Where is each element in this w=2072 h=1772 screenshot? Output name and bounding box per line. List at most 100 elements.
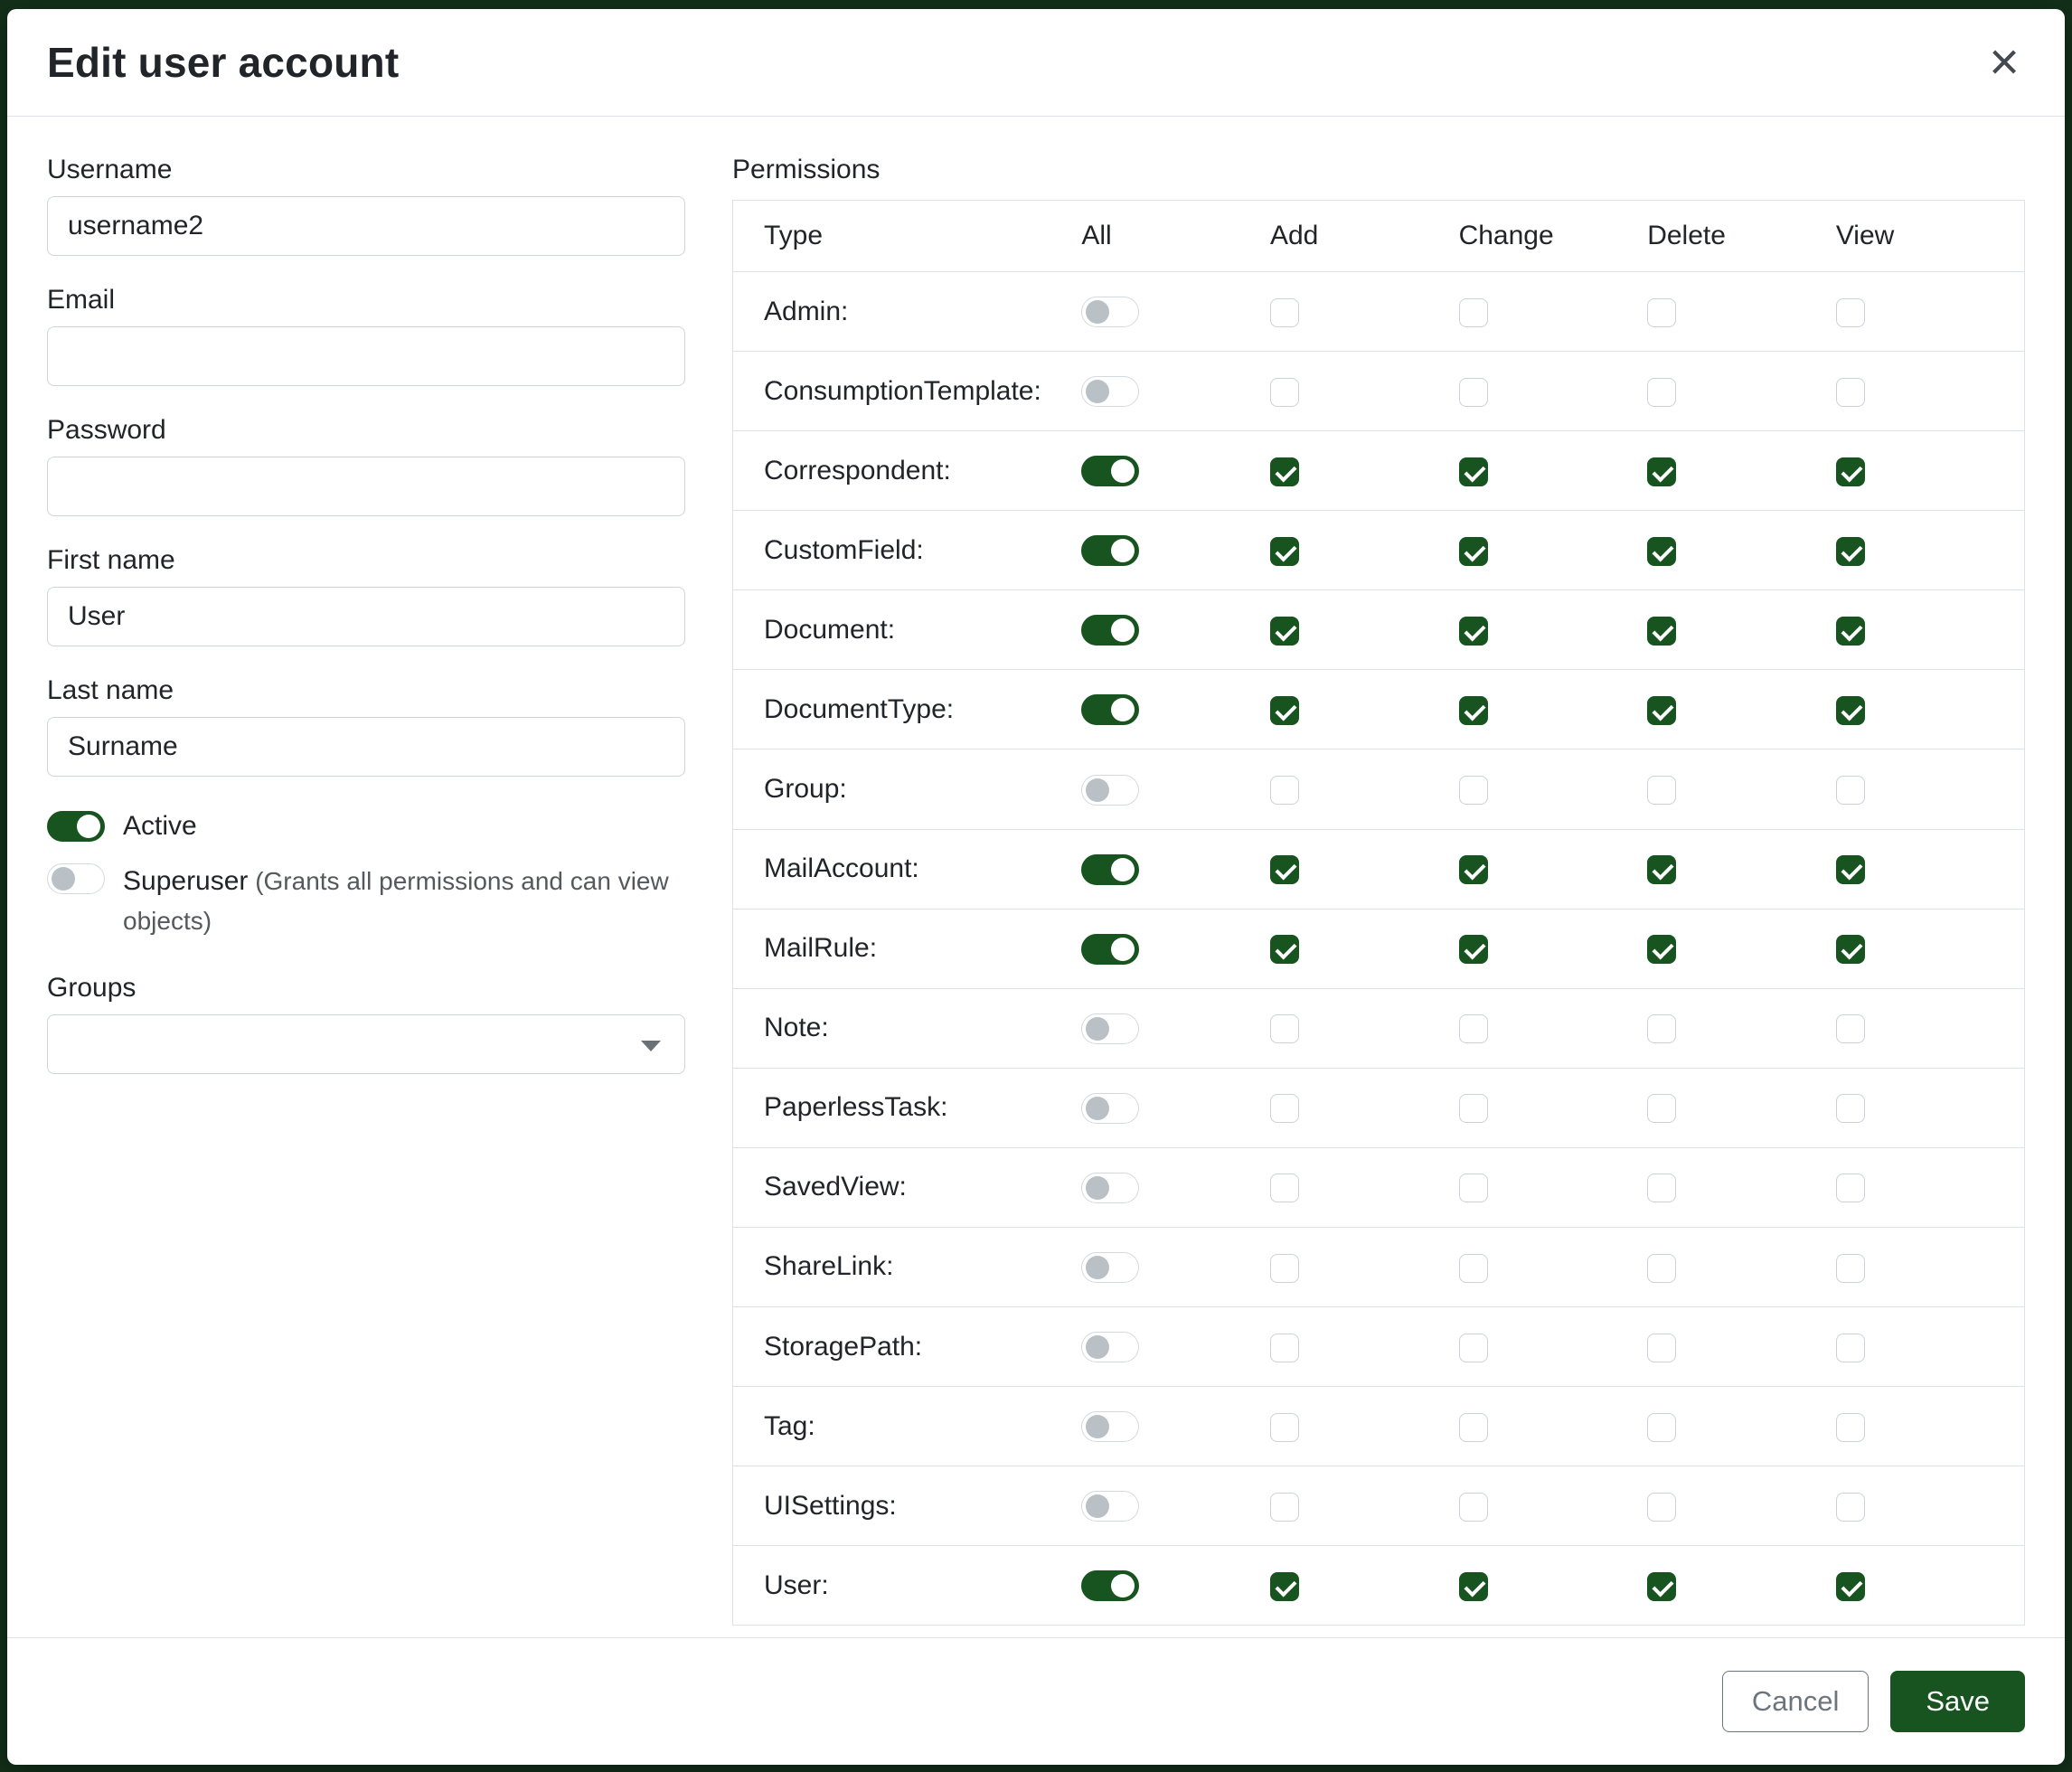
permission-checkbox-delete[interactable] xyxy=(1647,378,1676,407)
permission-checkbox-change[interactable] xyxy=(1459,696,1488,725)
permission-checkbox-add[interactable] xyxy=(1270,1173,1299,1202)
permission-checkbox-delete[interactable] xyxy=(1647,617,1676,646)
permission-toggle-all[interactable] xyxy=(1081,1252,1139,1283)
permission-checkbox-change[interactable] xyxy=(1459,855,1488,884)
permission-checkbox-view[interactable] xyxy=(1836,378,1865,407)
permission-checkbox-view[interactable] xyxy=(1836,776,1865,805)
permission-checkbox-change[interactable] xyxy=(1459,1413,1488,1442)
permission-checkbox-add[interactable] xyxy=(1270,457,1299,486)
permission-checkbox-delete[interactable] xyxy=(1647,935,1676,964)
permission-checkbox-change[interactable] xyxy=(1459,1334,1488,1362)
permission-checkbox-delete[interactable] xyxy=(1647,537,1676,566)
permission-checkbox-add[interactable] xyxy=(1270,1413,1299,1442)
permission-checkbox-change[interactable] xyxy=(1459,617,1488,646)
permission-checkbox-change[interactable] xyxy=(1459,378,1488,407)
permission-checkbox-change[interactable] xyxy=(1459,457,1488,486)
permission-checkbox-view[interactable] xyxy=(1836,1014,1865,1043)
toggle-knob xyxy=(1111,698,1135,721)
permission-checkbox-change[interactable] xyxy=(1459,935,1488,964)
permission-checkbox-view[interactable] xyxy=(1836,1254,1865,1283)
permission-checkbox-view[interactable] xyxy=(1836,855,1865,884)
permission-checkbox-add[interactable] xyxy=(1270,1493,1299,1522)
active-toggle[interactable] xyxy=(47,811,105,842)
permission-toggle-all[interactable] xyxy=(1081,535,1139,566)
permission-toggle-all[interactable] xyxy=(1081,1491,1139,1522)
permission-checkbox-add[interactable] xyxy=(1270,1334,1299,1362)
permission-checkbox-add[interactable] xyxy=(1270,935,1299,964)
permission-checkbox-change[interactable] xyxy=(1459,1572,1488,1601)
permission-checkbox-delete[interactable] xyxy=(1647,298,1676,327)
permission-checkbox-change[interactable] xyxy=(1459,1014,1488,1043)
permission-checkbox-add[interactable] xyxy=(1270,855,1299,884)
permission-toggle-all[interactable] xyxy=(1081,1332,1139,1362)
password-field[interactable] xyxy=(47,457,685,516)
first-name-field[interactable] xyxy=(47,587,685,646)
permission-toggle-all[interactable] xyxy=(1081,456,1139,486)
permission-toggle-all[interactable] xyxy=(1081,1411,1139,1442)
permission-checkbox-add[interactable] xyxy=(1270,537,1299,566)
permission-checkbox-delete[interactable] xyxy=(1647,1334,1676,1362)
permission-checkbox-view[interactable] xyxy=(1836,537,1865,566)
superuser-toggle[interactable] xyxy=(47,863,105,894)
permission-checkbox-add[interactable] xyxy=(1270,696,1299,725)
permission-checkbox-add[interactable] xyxy=(1270,776,1299,805)
permission-toggle-all[interactable] xyxy=(1081,854,1139,885)
permission-toggle-all[interactable] xyxy=(1081,1570,1139,1601)
permission-checkbox-delete[interactable] xyxy=(1647,1014,1676,1043)
permission-toggle-all[interactable] xyxy=(1081,694,1139,725)
permission-checkbox-view[interactable] xyxy=(1836,1094,1865,1123)
last-name-field[interactable] xyxy=(47,717,685,777)
permission-checkbox-delete[interactable] xyxy=(1647,457,1676,486)
permission-checkbox-change[interactable] xyxy=(1459,298,1488,327)
permission-toggle-all[interactable] xyxy=(1081,775,1139,806)
permission-checkbox-change[interactable] xyxy=(1459,537,1488,566)
permission-checkbox-view[interactable] xyxy=(1836,617,1865,646)
permission-checkbox-view[interactable] xyxy=(1836,696,1865,725)
permission-checkbox-change[interactable] xyxy=(1459,1493,1488,1522)
permission-checkbox-delete[interactable] xyxy=(1647,855,1676,884)
permission-toggle-all[interactable] xyxy=(1081,934,1139,965)
permission-checkbox-change[interactable] xyxy=(1459,1254,1488,1283)
permission-checkbox-delete[interactable] xyxy=(1647,1094,1676,1123)
permission-checkbox-change[interactable] xyxy=(1459,776,1488,805)
permission-checkbox-delete[interactable] xyxy=(1647,1173,1676,1202)
cancel-button[interactable]: Cancel xyxy=(1722,1671,1870,1732)
permission-type-label: UISettings: xyxy=(733,1466,1082,1546)
permission-checkbox-view[interactable] xyxy=(1836,298,1865,327)
username-input[interactable] xyxy=(47,196,685,256)
close-icon[interactable]: × xyxy=(1983,36,2025,89)
permission-checkbox-add[interactable] xyxy=(1270,298,1299,327)
permission-checkbox-delete[interactable] xyxy=(1647,1493,1676,1522)
permission-checkbox-delete[interactable] xyxy=(1647,1413,1676,1442)
permission-toggle-all[interactable] xyxy=(1081,376,1139,407)
permission-toggle-all[interactable] xyxy=(1081,1013,1139,1044)
permission-checkbox-view[interactable] xyxy=(1836,1173,1865,1202)
permission-checkbox-add[interactable] xyxy=(1270,378,1299,407)
email-field[interactable] xyxy=(47,326,685,386)
permission-toggle-all[interactable] xyxy=(1081,1093,1139,1124)
permission-checkbox-delete[interactable] xyxy=(1647,776,1676,805)
permission-checkbox-add[interactable] xyxy=(1270,1254,1299,1283)
permission-checkbox-view[interactable] xyxy=(1836,1572,1865,1601)
permission-checkbox-change[interactable] xyxy=(1459,1094,1488,1123)
permission-delete-cell xyxy=(1647,272,1836,352)
groups-select[interactable] xyxy=(47,1014,685,1074)
permission-toggle-all[interactable] xyxy=(1081,297,1139,327)
permission-checkbox-add[interactable] xyxy=(1270,617,1299,646)
permission-checkbox-view[interactable] xyxy=(1836,457,1865,486)
permission-change-cell xyxy=(1459,988,1648,1068)
permission-checkbox-view[interactable] xyxy=(1836,1334,1865,1362)
permission-checkbox-delete[interactable] xyxy=(1647,1572,1676,1601)
permission-toggle-all[interactable] xyxy=(1081,615,1139,646)
permission-checkbox-add[interactable] xyxy=(1270,1094,1299,1123)
permission-checkbox-view[interactable] xyxy=(1836,935,1865,964)
permission-checkbox-delete[interactable] xyxy=(1647,1254,1676,1283)
save-button[interactable]: Save xyxy=(1890,1671,2025,1732)
permission-checkbox-view[interactable] xyxy=(1836,1413,1865,1442)
permission-checkbox-view[interactable] xyxy=(1836,1493,1865,1522)
permission-checkbox-change[interactable] xyxy=(1459,1173,1488,1202)
permission-checkbox-add[interactable] xyxy=(1270,1014,1299,1043)
permission-toggle-all[interactable] xyxy=(1081,1173,1139,1203)
permission-checkbox-add[interactable] xyxy=(1270,1572,1299,1601)
permission-checkbox-delete[interactable] xyxy=(1647,696,1676,725)
